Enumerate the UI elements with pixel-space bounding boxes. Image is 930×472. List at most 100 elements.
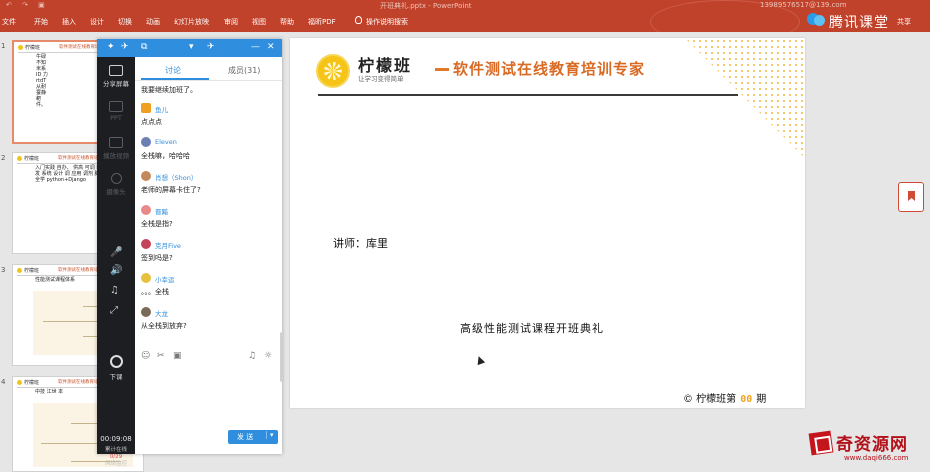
chat-panel-topbar: ✦ ✈ ⧉ ▾ ✈ — ✕ [97, 39, 282, 57]
avatar[interactable] [141, 205, 151, 215]
mouse-cursor-icon [474, 354, 486, 366]
tab-view[interactable]: 视图 [252, 17, 266, 27]
tab-insert[interactable]: 插入 [62, 17, 76, 27]
online-label: 累计在线 [104, 447, 127, 453]
header-divider [318, 94, 738, 96]
expand-icon[interactable]: ⤢ [110, 305, 118, 316]
ppt-button[interactable]: PPT [97, 101, 135, 122]
avatar[interactable] [141, 171, 151, 181]
message-text: 。。。全栈 [141, 288, 169, 296]
tab-animations[interactable]: 动画 [146, 17, 160, 27]
emoji-icon[interactable]: ☺ [141, 351, 150, 361]
thumbnail-number: 2 [1, 154, 6, 162]
powerpoint-titlebar: ↶ ↷ ▣ 开班典礼.pptx - PowerPoint 13989576517… [0, 0, 930, 12]
scissors-icon[interactable]: ✂ [157, 351, 165, 361]
avatar[interactable] [141, 307, 151, 317]
chat-tabs: 讨论 成员(31) [135, 57, 282, 81]
document-title: 开班典礼.pptx - PowerPoint [380, 2, 472, 10]
close-icon[interactable]: ✕ [267, 42, 275, 52]
headline-dash [435, 68, 449, 71]
message-text: 签到吗是? [141, 254, 173, 262]
thumbnail-brand: 柠檬班 [24, 156, 40, 162]
tab-design[interactable]: 设计 [90, 17, 104, 27]
send-label: 发 送 [237, 433, 254, 441]
tab-slideshow[interactable]: 幻灯片放映 [174, 17, 209, 27]
play-video-button[interactable]: 播放视频 [97, 137, 135, 160]
end-class-button[interactable]: 下课 [97, 355, 135, 381]
window-icon[interactable]: ⧉ [141, 42, 147, 52]
tab-discussion[interactable]: 讨论 [165, 65, 181, 76]
sender-name[interactable]: 鱼儿 [155, 104, 168, 114]
tab-file[interactable]: 文件 [2, 17, 16, 27]
microphone-icon[interactable]: 🎤 [110, 247, 122, 258]
sender-name[interactable]: 肖想（Shon） [155, 172, 197, 182]
image-icon[interactable]: ▣ [173, 351, 182, 361]
sender-name[interactable]: 克月Five [155, 240, 181, 250]
watermark-title: 奇资源网 [836, 435, 908, 455]
message-text: 老师的屏幕卡住了? [141, 186, 201, 194]
workspace: 1 柠檬班 软件测试在线教育培训专家 牛碌 不知 米系 ID 力 rtdT 从耐… [0, 32, 930, 472]
sender-name[interactable]: 大龙 [155, 308, 168, 318]
tab-members[interactable]: 成员(31) [228, 65, 260, 76]
avatar[interactable] [141, 103, 151, 113]
footer-suffix: 期 [756, 394, 767, 405]
quick-access-toolbar[interactable]: ↶ ↷ ▣ [6, 1, 49, 9]
flower-icon[interactable]: ♫ [248, 351, 256, 361]
tab-foxit-pdf[interactable]: 福昕PDF [308, 17, 336, 27]
bookmark-icon[interactable] [898, 182, 924, 212]
thumbnail-number: 4 [1, 378, 6, 386]
pin-window-icon[interactable]: ✈ [207, 42, 215, 52]
classroom-chat-panel: ✦ ✈ ⧉ ▾ ✈ — ✕ 分享屏幕 PPT 播放视频 摄像头 🎤 🔊 ♫ ⤢ … [97, 39, 282, 467]
minimize-icon[interactable]: — [251, 42, 260, 52]
tell-me-search[interactable]: 操作说明搜索 [366, 17, 408, 27]
thumbnail-text: 中技 江世 本 [35, 389, 64, 395]
share-button[interactable]: 共享 [897, 17, 911, 27]
tab-help[interactable]: 帮助 [280, 17, 294, 27]
message-text: 我要继续加班了。 [141, 86, 197, 94]
share-icon[interactable]: ✈ [121, 42, 129, 52]
sender-name[interactable]: 晋黯 [155, 206, 168, 216]
slide-course-title: 高级性能测试课程开班典礼 [460, 322, 604, 335]
pin-icon[interactable]: ✦ [107, 42, 115, 52]
avatar[interactable] [141, 137, 151, 147]
teaching-tool-rail: 分享屏幕 PPT 播放视频 摄像头 🎤 🔊 ♫ ⤢ 下课 00:09:08 累计… [97, 57, 135, 467]
slide-headline: 软件测试在线教育培训专家 [453, 60, 646, 78]
seal-logo-icon [808, 430, 834, 456]
speaker-icon[interactable]: 🔊 [110, 265, 122, 276]
message-text: 点点点 [141, 118, 162, 126]
online-info: 累计在线 0/29 网络监控 [97, 447, 135, 468]
sender-name[interactable]: Eleven [155, 138, 177, 146]
tab-review[interactable]: 审阅 [224, 17, 238, 27]
lemon-logo-icon [316, 54, 350, 88]
chevron-down-icon[interactable]: ▾ [266, 431, 274, 439]
cohort-number: 00 [740, 394, 753, 405]
lightbulb-icon [355, 16, 362, 24]
avatar[interactable] [141, 273, 151, 283]
message-text: 全栈是指? [141, 220, 173, 228]
settings-icon[interactable]: ☼ [264, 351, 272, 361]
thumbnail-brand: 柠檬班 [24, 268, 40, 274]
tab-home[interactable]: 开始 [34, 17, 48, 27]
screen-icon [109, 65, 123, 76]
camera-button[interactable]: 摄像头 [97, 173, 135, 196]
music-icon[interactable]: ♫ [110, 285, 119, 296]
slide-canvas[interactable]: 柠檬班 让学习变得简单 软件测试在线教育培训专家 讲师：库里 高级性能测试课程开… [290, 38, 805, 408]
ppt-icon [109, 101, 123, 112]
dropdown-icon[interactable]: ▾ [189, 42, 194, 52]
message-list[interactable]: 我要继续加班了。 鱼儿 点点点 Eleven 全栈嘛，哈哈哈 肖想（Shon） … [135, 81, 280, 347]
watermark-url: www.daqi666.com [844, 454, 909, 462]
footer-prefix: © 柠檬班第 [683, 394, 737, 405]
chat-scrollbar[interactable] [280, 332, 284, 382]
end-class-label: 下课 [109, 373, 123, 381]
dot-pattern-decoration [685, 38, 805, 158]
avatar[interactable] [141, 239, 151, 249]
network-monitor-link[interactable]: 网络监控 [105, 461, 127, 467]
lemon-logo-icon [18, 45, 23, 50]
share-screen-button[interactable]: 分享屏幕 [97, 65, 135, 88]
tab-transitions[interactable]: 切换 [118, 17, 132, 27]
online-count: 0/29 [109, 454, 123, 460]
brand-name: 腾讯课堂 [829, 15, 889, 31]
class-timer: 00:09:08 [100, 435, 132, 443]
sender-name[interactable]: 小幸运 [155, 274, 175, 284]
send-button[interactable]: 发 送 ▾ [228, 430, 278, 444]
